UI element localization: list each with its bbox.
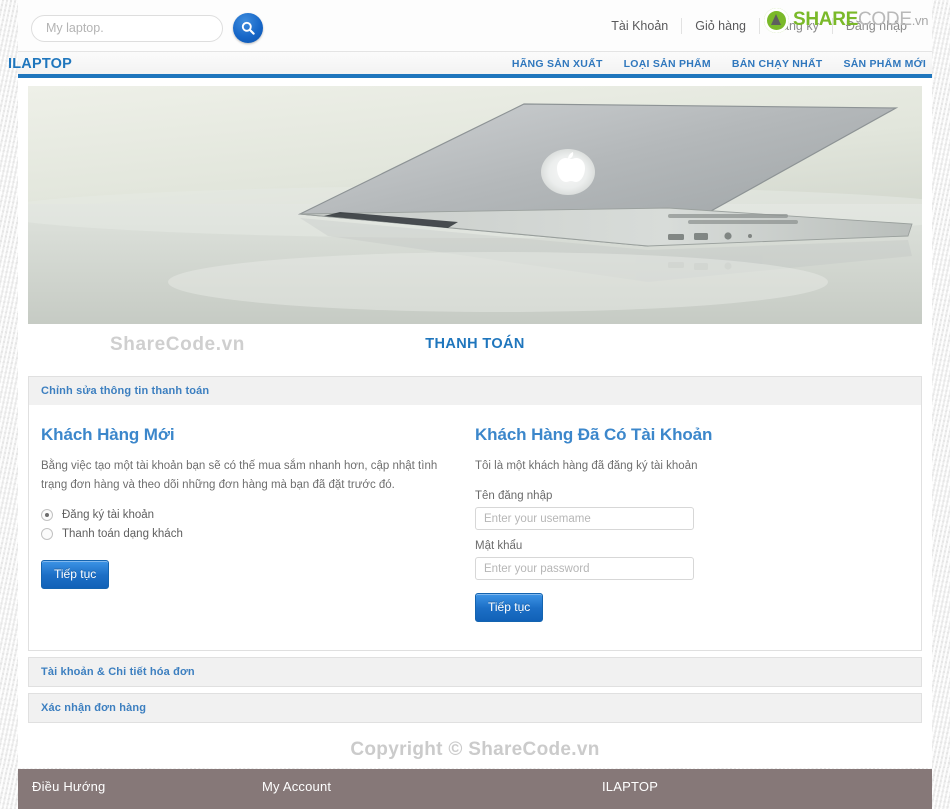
panel-body-billing-info: Khách Hàng Mới Bằng việc tạo một tài kho… bbox=[29, 405, 921, 650]
top-bar: Tài Khoản Giỏ hàng Đăng ký Đăng nhập SHA… bbox=[18, 0, 932, 52]
returning-customer-heading: Khách Hàng Đã Có Tài Khoản bbox=[475, 425, 713, 444]
panel-header-billing-info[interactable]: Chỉnh sửa thông tin thanh toán bbox=[29, 377, 921, 405]
title-row: ShareCode.vn THANH TOÁN bbox=[18, 324, 932, 376]
radio-label-guest: Thanh toán dạng khách bbox=[62, 528, 183, 540]
search-icon bbox=[241, 21, 255, 35]
footer-column-ilaptop: ILAPTOP bbox=[602, 779, 918, 809]
top-links: Tài Khoản Giỏ hàng Đăng ký Đăng nhập bbox=[598, 0, 920, 52]
panel-order-confirmation: Xác nhận đơn hàng bbox=[28, 693, 922, 723]
nav-item-bestsellers[interactable]: BÁN CHẠY NHẤT bbox=[732, 58, 823, 70]
site-brand[interactable]: ILAPTOP bbox=[8, 56, 72, 72]
footer-heading-my-account: My Account bbox=[262, 779, 332, 794]
search-bar bbox=[31, 13, 263, 43]
radio-option-register[interactable]: Đăng ký tài khoản bbox=[41, 509, 449, 521]
panel-account-billing-details: Tài khoản & Chi tiết hóa đơn bbox=[28, 657, 922, 687]
footer-heading-navigation: Điều Hướng bbox=[32, 779, 106, 794]
footer-heading-ilaptop: ILAPTOP bbox=[602, 779, 659, 794]
username-label: Tên đăng nhập bbox=[475, 490, 553, 502]
search-button[interactable] bbox=[233, 13, 263, 43]
panel-billing-info: Chỉnh sửa thông tin thanh toán Khách Hàn… bbox=[28, 376, 922, 651]
new-customer-description: Bằng việc tạo một tài khoản bạn sẽ có th… bbox=[41, 460, 438, 491]
radio-icon-register[interactable] bbox=[41, 509, 53, 521]
nav-item-manufacturers[interactable]: HÃNG SẢN XUẤT bbox=[512, 58, 603, 70]
page-title: THANH TOÁN bbox=[425, 336, 525, 352]
returning-customer-column: Khách Hàng Đã Có Tài Khoản Tôi là một kh… bbox=[475, 425, 909, 622]
nav-item-new-products[interactable]: SẢN PHẨM MỚI bbox=[843, 58, 926, 70]
password-input[interactable] bbox=[475, 557, 694, 580]
top-link-account[interactable]: Tài Khoản bbox=[598, 18, 683, 34]
panel-header-order-confirmation[interactable]: Xác nhận đơn hàng bbox=[29, 694, 921, 722]
footer-column-my-account: My Account bbox=[262, 779, 602, 809]
new-customer-heading: Khách Hàng Mới bbox=[41, 425, 175, 444]
radio-option-guest[interactable]: Thanh toán dạng khách bbox=[41, 528, 449, 540]
hero-banner bbox=[28, 86, 922, 324]
password-label: Mật khẩu bbox=[475, 540, 523, 552]
nav-items: HÃNG SẢN XUẤT LOẠI SẢN PHẨM BÁN CHẠY NHẤ… bbox=[512, 58, 926, 70]
site-footer: Điều Hướng My Account ILAPTOP bbox=[18, 769, 932, 809]
footer-column-navigation: Điều Hướng bbox=[32, 779, 262, 809]
macbook-banner-image bbox=[28, 86, 922, 324]
username-input[interactable] bbox=[475, 507, 694, 530]
copyright-watermark: Copyright © ShareCode.vn bbox=[350, 739, 600, 760]
top-link-register[interactable]: Đăng ký bbox=[760, 18, 833, 34]
page-container: Tài Khoản Giỏ hàng Đăng ký Đăng nhập SHA… bbox=[8, 0, 932, 809]
new-customer-column: Khách Hàng Mới Bằng việc tạo một tài kho… bbox=[41, 425, 475, 622]
top-link-cart[interactable]: Giỏ hàng bbox=[682, 18, 760, 34]
main-nav: ILAPTOP HÃNG SẢN XUẤT LOẠI SẢN PHẨM BÁN … bbox=[8, 52, 932, 78]
radio-icon-guest[interactable] bbox=[41, 528, 53, 540]
panel-header-account-billing-details[interactable]: Tài khoản & Chi tiết hóa đơn bbox=[29, 658, 921, 686]
new-customer-continue-button[interactable]: Tiếp tục bbox=[41, 560, 110, 589]
radio-label-register: Đăng ký tài khoản bbox=[62, 509, 155, 521]
top-link-login[interactable]: Đăng nhập bbox=[833, 18, 920, 34]
nav-item-product-types[interactable]: LOẠI SẢN PHẨM bbox=[624, 58, 711, 70]
login-continue-button[interactable]: Tiếp tục bbox=[475, 593, 544, 622]
returning-customer-description: Tôi là một khách hàng đã đăng ký tài kho… bbox=[475, 460, 698, 472]
search-input[interactable] bbox=[31, 14, 223, 42]
checkout-accordion: Chỉnh sửa thông tin thanh toán Khách Hàn… bbox=[28, 376, 922, 723]
